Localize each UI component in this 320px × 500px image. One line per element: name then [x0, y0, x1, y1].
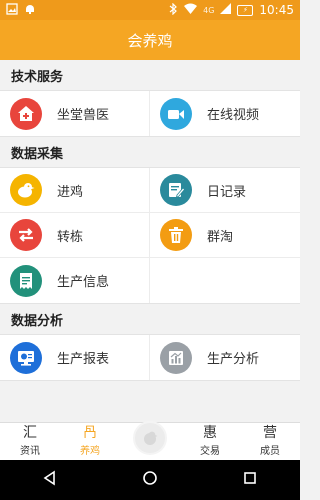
vet-consult-tile[interactable]: 坐堂兽医: [0, 91, 150, 136]
nav-members[interactable]: 营 成员: [240, 423, 300, 460]
status-bar: 4G ⚡ 10:45: [0, 0, 300, 20]
network-type: 4G: [203, 5, 215, 15]
online-video-label: 在线视频: [207, 108, 260, 123]
nav-news-label: 资讯: [20, 446, 40, 457]
monitor-report-icon: [10, 341, 42, 374]
transfer-arrows-icon: [10, 219, 42, 251]
image-notification-icon: [6, 2, 18, 18]
chick-icon: [10, 174, 42, 206]
app-bar: 会养鸡: [0, 20, 300, 60]
battery-icon: ⚡: [237, 4, 254, 16]
nav-trade-label: 交易: [200, 446, 220, 457]
trash-icon: [160, 219, 192, 251]
nav-raise-chicken[interactable]: 冎 养鸡: [60, 423, 120, 460]
chick-intake-label: 进鸡: [57, 184, 84, 200]
status-left: [6, 2, 36, 18]
main-content: 技术服务 坐堂兽医 在线视频 数据采集 进鸡 日记录 转栋 群淘 生产信息 数据…: [0, 60, 300, 422]
news-icon: 汇: [23, 425, 37, 441]
section-title-tech-service: 技术服务: [0, 60, 300, 90]
members-icon: 营: [263, 425, 277, 441]
vet-consult-label: 坐堂兽医: [57, 108, 110, 123]
bluetooth-icon: [169, 2, 178, 18]
production-analysis-label: 生产分析: [207, 352, 260, 367]
online-video-tile[interactable]: 在线视频: [150, 91, 300, 136]
nav-members-label: 成员: [260, 446, 280, 457]
wifi-icon: [184, 3, 198, 17]
section-title-data-collection: 数据采集: [0, 137, 300, 167]
chicken-logo-icon: [144, 431, 158, 445]
video-camera-icon: [160, 97, 192, 130]
daily-log-label: 日记录: [207, 184, 247, 200]
tech-service-grid: 坐堂兽医 在线视频: [0, 90, 300, 137]
status-right: 4G ⚡ 10:45: [169, 2, 294, 18]
data-analysis-grid: 生产报表 生产分析: [0, 334, 300, 381]
vet-house-icon: [10, 97, 42, 130]
transfer-house-tile[interactable]: 转栋: [0, 213, 150, 258]
data-collection-grid: 进鸡 日记录 转栋 群淘 生产信息: [0, 167, 300, 304]
clock-time: 10:45: [259, 3, 294, 17]
back-button[interactable]: [42, 470, 58, 490]
production-report-tile[interactable]: 生产报表: [0, 335, 150, 380]
empty-cell: [150, 258, 300, 303]
android-notification-icon: [24, 3, 36, 18]
trade-icon: 惠: [203, 425, 217, 441]
system-nav-bar: [0, 460, 300, 500]
flock-cull-tile[interactable]: 群淘: [150, 213, 300, 258]
home-circle-icon: [143, 471, 157, 485]
edit-log-icon: [160, 174, 192, 206]
production-info-tile[interactable]: 生产信息: [0, 258, 150, 303]
transfer-house-label: 转栋: [57, 229, 84, 245]
production-info-label: 生产信息: [57, 275, 110, 290]
chick-intake-tile[interactable]: 进鸡: [0, 168, 150, 213]
document-icon: [10, 264, 42, 297]
signal-icon: [220, 3, 232, 17]
analysis-chart-icon: [160, 341, 192, 374]
section-title-data-analysis: 数据分析: [0, 304, 300, 334]
recents-button[interactable]: [242, 470, 258, 490]
home-button[interactable]: [142, 470, 158, 490]
production-analysis-tile[interactable]: 生产分析: [150, 335, 300, 380]
daily-log-tile[interactable]: 日记录: [150, 168, 300, 213]
nav-raise-chicken-label: 养鸡: [80, 446, 100, 457]
nav-center-slot: [120, 421, 180, 460]
bottom-nav: 汇 资讯 冎 养鸡 惠 交易 营 成员: [0, 421, 300, 460]
raise-chicken-icon: 冎: [83, 425, 97, 441]
page-title: 会养鸡: [127, 31, 173, 50]
center-action-button[interactable]: [133, 421, 167, 455]
nav-trade[interactable]: 惠 交易: [180, 423, 240, 460]
flock-cull-label: 群淘: [207, 229, 234, 245]
back-triangle-icon: [43, 470, 55, 486]
production-report-label: 生产报表: [57, 352, 110, 367]
recents-square-icon: [244, 472, 256, 484]
nav-news[interactable]: 汇 资讯: [0, 423, 60, 460]
